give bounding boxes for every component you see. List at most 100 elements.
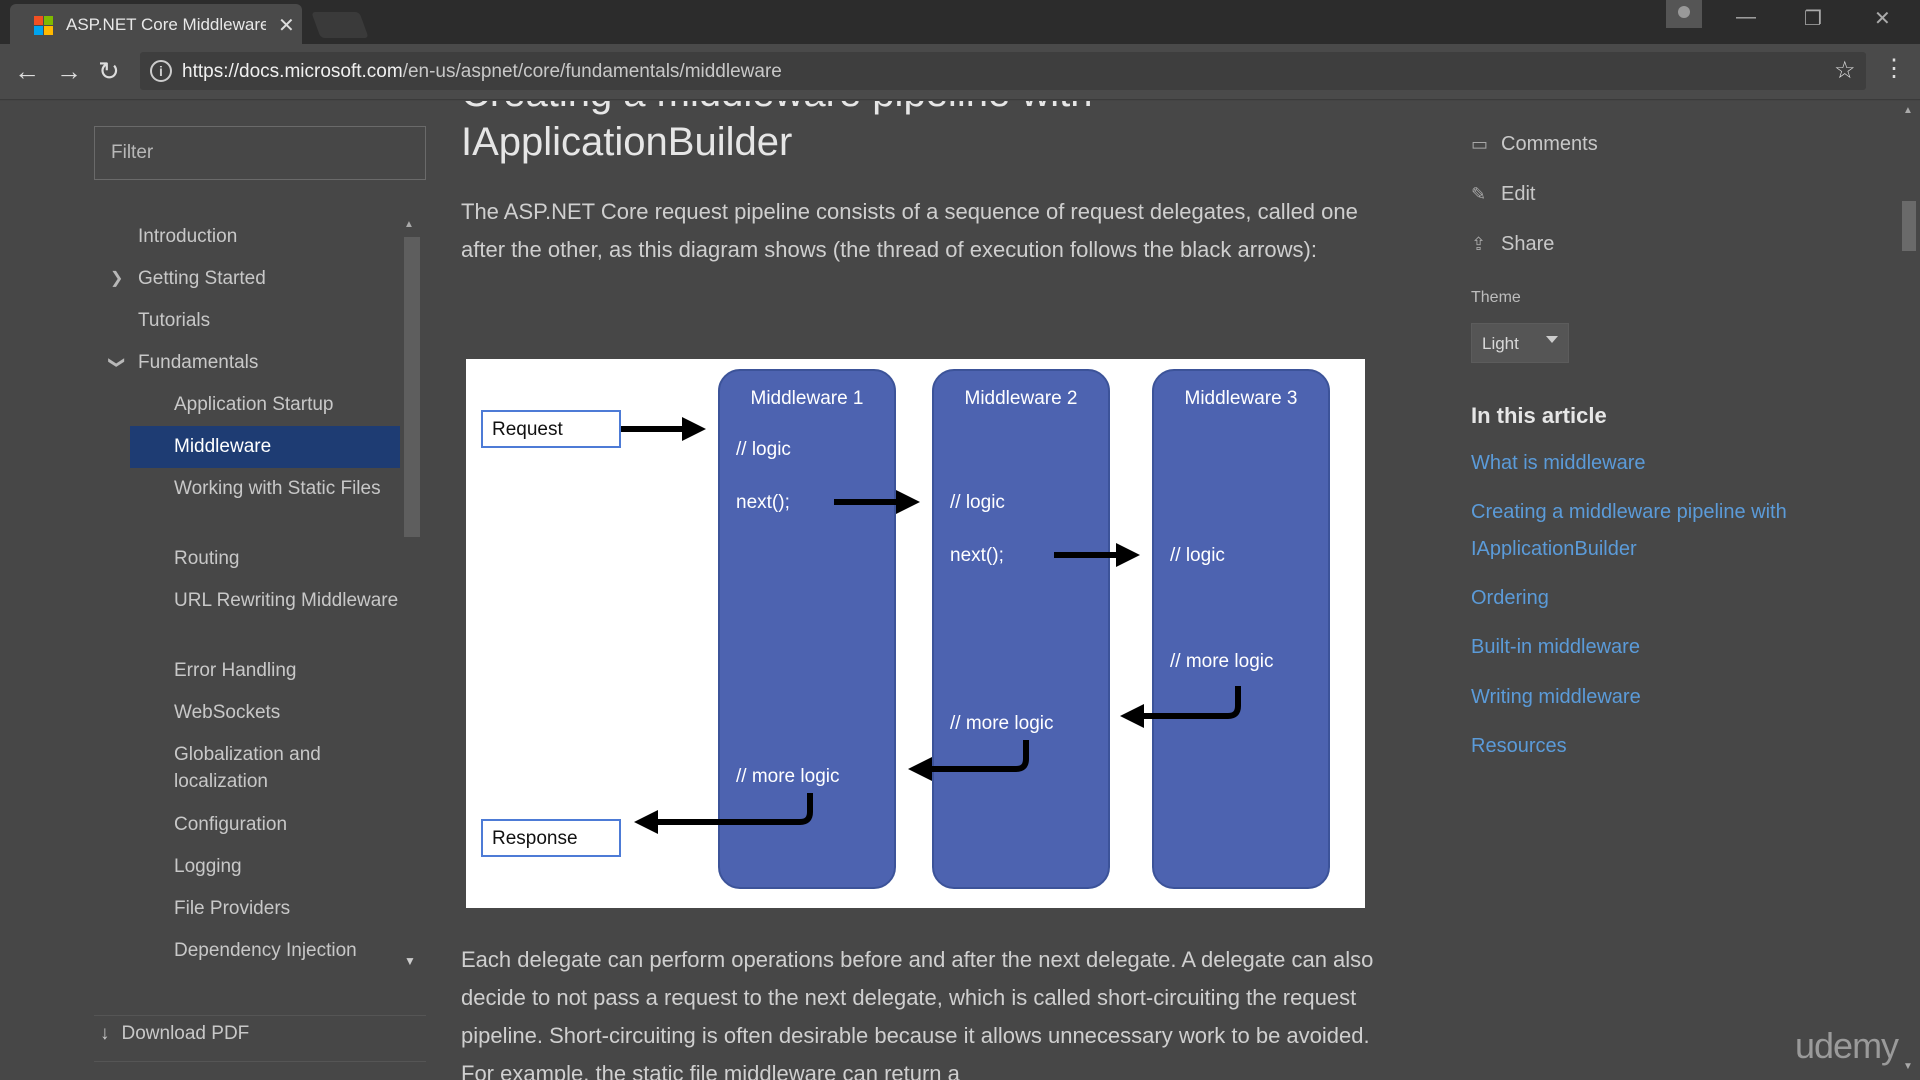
download-icon: ↓: [100, 1023, 110, 1044]
microsoft-logo-icon: [34, 16, 54, 36]
divider: [94, 1015, 426, 1016]
toc-item-static-files[interactable]: Working with Static Files: [94, 475, 400, 502]
toc-item-middleware[interactable]: Middleware: [130, 426, 400, 468]
flow-arrows: [621, 417, 1241, 834]
toc-item-logging[interactable]: Logging: [94, 853, 400, 880]
page-scroll-thumb[interactable]: [1902, 201, 1916, 251]
share-label: Share: [1501, 233, 1555, 255]
download-pdf-link[interactable]: ↓ Download PDF: [100, 1023, 249, 1045]
url-text: https://docs.microsoft.com/en-us/aspnet/…: [182, 61, 782, 83]
theme-dropdown[interactable]: Light: [1471, 323, 1569, 363]
toc-item-label: URL Rewriting Middleware: [174, 590, 399, 611]
share-icon: ⇪: [1471, 234, 1487, 254]
tab-strip: ASP.NET Core Middleware ✕ — ❐ ✕: [0, 0, 1920, 44]
edit-link[interactable]: ✎ Edit: [1471, 183, 1535, 206]
comments-label: Comments: [1501, 133, 1598, 155]
browser-tab[interactable]: ASP.NET Core Middleware ✕: [10, 4, 302, 44]
response-arrow: [634, 793, 813, 834]
toc-item-label: Globalization and localization: [174, 744, 321, 792]
toc-item-label: Working with Static Files: [174, 478, 381, 499]
pencil-icon: ✎: [1471, 184, 1487, 204]
article-link-creating-pipeline[interactable]: Creating a middleware pipeline with IApp…: [1471, 494, 1791, 568]
page-scrollbar[interactable]: ▲ ▼: [1898, 101, 1920, 1080]
toc-item-label: File Providers: [174, 898, 291, 919]
profile-icon[interactable]: [1666, 0, 1702, 28]
toc-item-globalization[interactable]: Globalization and localization: [94, 741, 400, 795]
intro-paragraph: The ASP.NET Core request pipeline consis…: [461, 199, 1358, 262]
toc-item-label: Getting Started: [138, 268, 266, 289]
comment-icon: ▭: [1471, 134, 1489, 154]
toc-item-routing[interactable]: Routing: [94, 545, 400, 572]
toc-item-label: Middleware: [174, 436, 272, 457]
toc-item-fundamentals[interactable]: ❯ Fundamentals: [94, 349, 400, 376]
dropdown-arrow-icon: [1546, 336, 1558, 343]
in-this-article-heading: In this article: [1471, 403, 1607, 428]
page-content: Introduction ❯Getting Started Tutorials …: [0, 101, 1920, 1080]
toc-item-label: Logging: [174, 856, 242, 877]
toc-item-label: Configuration: [174, 814, 288, 835]
back-icon[interactable]: ←: [14, 56, 40, 87]
return-arrow-2: [908, 740, 1029, 781]
minimize-icon[interactable]: —: [1736, 6, 1756, 29]
address-bar[interactable]: i https://docs.microsoft.com/en-us/aspne…: [140, 52, 1866, 90]
divider: [94, 1061, 426, 1062]
toc-item-label: Dependency Injection: [174, 940, 357, 961]
toc-item-label: Routing: [174, 548, 240, 569]
article-link-resources[interactable]: Resources: [1471, 728, 1791, 765]
close-tab-icon[interactable]: ✕: [278, 13, 295, 38]
toc-item-application-startup[interactable]: Application Startup: [94, 391, 400, 418]
toc-scrollbar[interactable]: ▲ ▼: [404, 219, 420, 969]
browser-window: ASP.NET Core Middleware ✕ — ❐ ✕ ← → ↻ i …: [0, 0, 1920, 1080]
toc-item-websockets[interactable]: WebSockets: [94, 699, 400, 726]
toc-item-configuration[interactable]: Configuration: [94, 811, 400, 838]
toc-item-label: Fundamentals: [138, 352, 259, 373]
return-arrow-3: [1120, 686, 1241, 728]
reload-icon[interactable]: ↻: [98, 56, 120, 87]
scroll-up-icon[interactable]: ▲: [404, 219, 414, 230]
toc-item-label: Application Startup: [174, 394, 334, 415]
toc-item-file-providers[interactable]: File Providers: [94, 895, 400, 922]
toc-item-label: Tutorials: [138, 310, 211, 331]
new-tab-button[interactable]: [311, 12, 369, 38]
article-link-what-is-middleware[interactable]: What is middleware: [1471, 445, 1791, 482]
url-path: /en-us/aspnet/core/fundamentals/middlewa…: [402, 61, 782, 82]
browser-toolbar: ← → ↻ i https://docs.microsoft.com/en-us…: [0, 44, 1920, 100]
article-link-ordering[interactable]: Ordering: [1471, 580, 1791, 617]
theme-value: Light: [1482, 334, 1519, 353]
share-link[interactable]: ⇪ Share: [1471, 233, 1554, 256]
page-title: IApplicationBuilder: [461, 120, 793, 164]
edit-label: Edit: [1501, 183, 1536, 205]
article-link-writing-middleware[interactable]: Writing middleware: [1471, 679, 1791, 716]
comments-link[interactable]: ▭ Comments: [1471, 133, 1598, 156]
scroll-down-icon[interactable]: ▼: [1903, 1061, 1913, 1072]
chevron-right-icon[interactable]: ❯: [110, 265, 123, 292]
filter-input[interactable]: [95, 127, 425, 179]
theme-label: Theme: [1471, 289, 1521, 306]
toc-item-introduction[interactable]: Introduction: [94, 223, 400, 250]
page-title-clipped: Creating a middleware pipeline with: [461, 101, 1092, 116]
toc-item-tutorials[interactable]: Tutorials: [94, 307, 400, 334]
menu-icon[interactable]: ⋮: [1882, 54, 1906, 83]
info-icon[interactable]: i: [150, 60, 172, 82]
bookmark-star-icon[interactable]: ☆: [1834, 56, 1856, 85]
toc-item-label: WebSockets: [174, 702, 281, 723]
toc-item-getting-started[interactable]: ❯ Getting Started: [94, 265, 400, 292]
toc-item-error-handling[interactable]: Error Handling: [94, 657, 400, 684]
tab-title: ASP.NET Core Middleware: [66, 15, 266, 34]
scroll-down-icon[interactable]: ▼: [404, 954, 416, 968]
restore-icon[interactable]: ❐: [1804, 6, 1822, 31]
middleware-pipeline-diagram: Request Response Middleware 1 // logic n…: [466, 359, 1365, 908]
toc-item-url-rewriting[interactable]: URL Rewriting Middleware: [94, 587, 400, 614]
chevron-down-icon[interactable]: ❯: [103, 356, 130, 369]
forward-icon[interactable]: →: [56, 56, 82, 87]
toc-item-label: Introduction: [138, 226, 238, 247]
close-window-icon[interactable]: ✕: [1874, 6, 1891, 31]
scroll-up-icon[interactable]: ▲: [1903, 105, 1913, 116]
toc-item-dependency-injection[interactable]: Dependency Injection: [94, 937, 400, 964]
article-link-built-in[interactable]: Built-in middleware: [1471, 629, 1791, 666]
table-of-contents: Introduction ❯ Getting Started Tutorials …: [94, 213, 400, 973]
download-pdf-label: Download PDF: [121, 1023, 250, 1044]
filter-box[interactable]: [94, 126, 426, 180]
body-paragraph: Each delegate can perform operations bef…: [461, 947, 1374, 1080]
toc-scroll-thumb[interactable]: [404, 237, 420, 537]
